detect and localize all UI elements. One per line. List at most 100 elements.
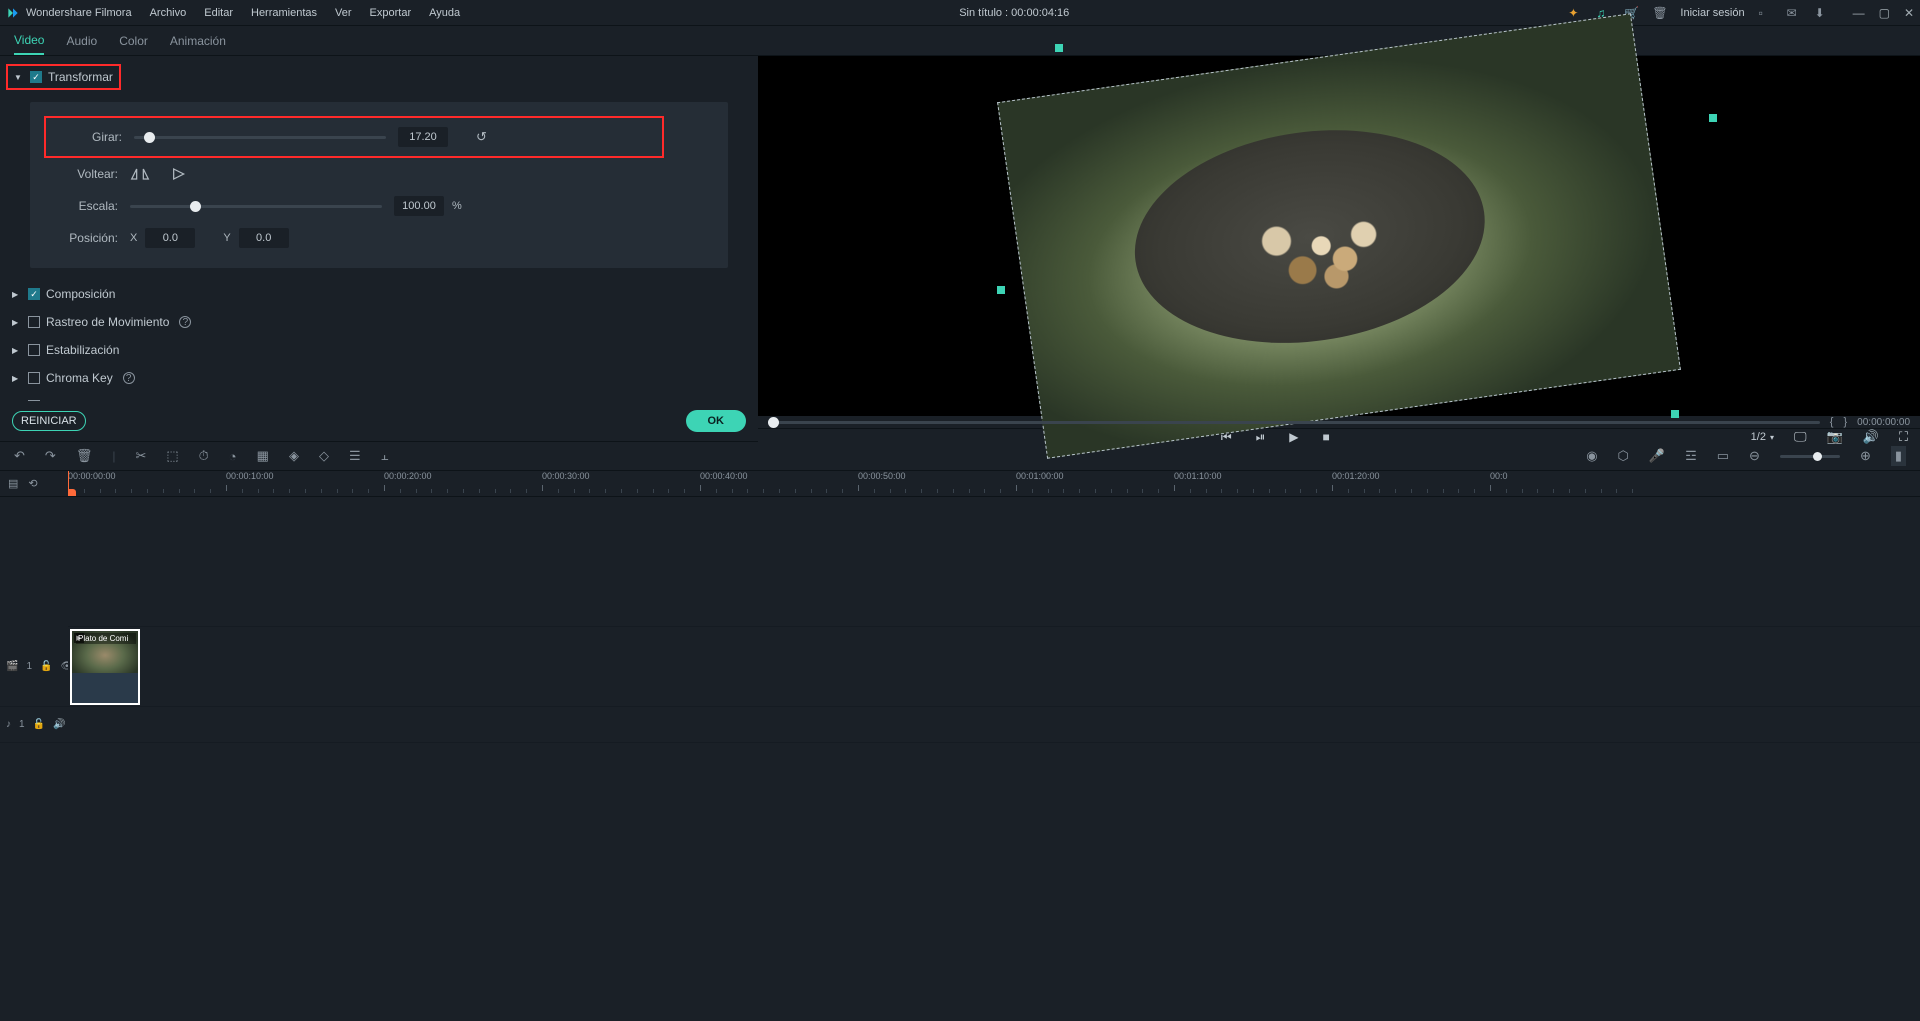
rotate-reset-icon[interactable]: ↺ — [476, 129, 487, 145]
motion-tracking-checkbox[interactable] — [28, 316, 40, 328]
stabilization-label: Estabilización — [46, 343, 119, 357]
fullscreen-icon[interactable]: ⛶ — [1899, 429, 1908, 445]
stabilization-checkbox[interactable] — [28, 344, 40, 356]
rotate-slider[interactable] — [134, 136, 386, 139]
video-track-icon: 🎬 — [6, 661, 18, 672]
cut-icon[interactable]: ✂ — [135, 448, 146, 464]
mixer-icon[interactable]: ☲ — [1685, 448, 1697, 464]
preview-page[interactable]: 1/2 ▾ — [1751, 431, 1774, 443]
transform-handle[interactable] — [1709, 114, 1717, 122]
redo-icon[interactable]: ↷ — [45, 448, 56, 464]
track-area[interactable]: ▶ Plato de Comi — [68, 497, 1920, 1019]
trash-icon[interactable]: 🗑 — [1652, 6, 1666, 20]
video-track-header[interactable]: 🎬1 🔓 👁 — [0, 627, 68, 707]
section-transform[interactable]: ▼ ✓ Transformar — [8, 66, 119, 88]
menu-edit[interactable]: Editar — [204, 7, 233, 19]
scale-slider[interactable] — [130, 205, 382, 208]
lock-icon[interactable]: 🔓 — [40, 661, 52, 672]
pos-x-value[interactable]: 0.0 — [145, 228, 195, 248]
mail-icon[interactable]: ✉ — [1787, 6, 1801, 20]
ok-button[interactable]: OK — [686, 410, 747, 432]
track-manage-icon[interactable]: ▤ — [8, 477, 18, 490]
mic-icon[interactable]: 🎤 — [1649, 448, 1665, 464]
info-icon[interactable]: ? — [179, 316, 191, 328]
snapshot-icon[interactable]: 📷 — [1827, 429, 1843, 445]
login-link[interactable]: Iniciar sesión — [1680, 7, 1744, 19]
compositing-checkbox[interactable]: ✓ — [28, 288, 40, 300]
pos-y-value[interactable]: 0.0 — [239, 228, 289, 248]
marker-icon[interactable]: ⬡ — [1618, 448, 1629, 464]
preview-clip[interactable] — [997, 13, 1681, 459]
play-pause-icon[interactable]: ⏯ — [1256, 430, 1266, 445]
minimize-icon[interactable]: — — [1853, 6, 1865, 20]
close-icon[interactable]: ✕ — [1904, 6, 1914, 20]
flip-horizontal-icon[interactable] — [130, 165, 152, 183]
section-stabilization[interactable]: ▶ Estabilización — [10, 336, 748, 364]
transform-handle[interactable] — [1671, 410, 1679, 418]
volume-icon[interactable]: 🔊 — [1863, 429, 1879, 445]
maximize-icon[interactable]: ▢ — [1879, 6, 1890, 20]
transform-handle[interactable] — [997, 286, 1005, 294]
zoom-out-icon[interactable]: ⊖ — [1749, 448, 1760, 464]
mask-icon[interactable]: ◇ — [319, 448, 329, 464]
play-icon[interactable]: ▶ — [1289, 430, 1298, 445]
zoom-in-icon[interactable]: ⊕ — [1860, 448, 1871, 464]
timeline-clip[interactable]: ▶ Plato de Comi — [70, 629, 140, 705]
adjust-icon[interactable]: ☰ — [349, 448, 361, 464]
info-icon[interactable]: ? — [123, 372, 135, 384]
playhead[interactable] — [68, 471, 69, 496]
timeline-tracks: 🎬1 🔓 👁 ♪1 🔓 🔊 ▶ Plato de Comi — [0, 497, 1920, 1019]
download-icon[interactable]: ⬇ — [1815, 6, 1829, 20]
render-icon[interactable]: ◉ — [1586, 448, 1597, 464]
menu-tools[interactable]: Herramientas — [251, 7, 317, 19]
zoom-slider[interactable] — [1780, 455, 1840, 458]
speed-icon[interactable]: ⏱ — [199, 448, 209, 464]
mark-in-icon[interactable]: { — [1830, 416, 1834, 428]
snap-icon[interactable]: ▭ — [1717, 448, 1729, 464]
scale-value[interactable]: 100.00 — [394, 196, 444, 216]
section-chroma[interactable]: ▶ Chroma Key ? — [10, 364, 748, 392]
timeline-toolbar: ↶ ↷ 🗑 | ✂ ⬚ ⏱ ◔ ▦ ◈ ◇ ☰ ⫠ ◉ ⬡ 🎤 ☲ ▭ ⊖ ⊕ … — [0, 441, 1920, 471]
mute-icon[interactable]: 🔊 — [53, 719, 65, 730]
position-row: Posición: X 0.0 Y 0.0 — [30, 222, 728, 254]
chroma-checkbox[interactable] — [28, 372, 40, 384]
reset-button[interactable]: REINICIAR — [12, 411, 86, 431]
transform-checkbox[interactable]: ✓ — [30, 71, 42, 83]
tips-icon[interactable]: ✦ — [1568, 6, 1582, 20]
ruler-track[interactable]: 00:00:00:0000:00:10:0000:00:20:0000:00:3… — [68, 471, 1920, 496]
audio-sync-icon[interactable]: ⫠ — [381, 448, 389, 464]
section-motion-tracking[interactable]: ▶ Rastreo de Movimiento ? — [10, 308, 748, 336]
crop-icon[interactable]: ⬚ — [166, 448, 178, 464]
keyframe-icon[interactable]: ◈ — [289, 448, 299, 464]
zoom-fit-icon[interactable]: ▮ — [1891, 446, 1906, 466]
color-icon[interactable]: ◔ — [229, 449, 237, 464]
greenscreen-icon[interactable]: ▦ — [257, 448, 269, 464]
link-icon[interactable]: ⟲ — [28, 477, 37, 490]
scrubber-track[interactable] — [768, 421, 1820, 424]
rotate-value[interactable]: 17.20 — [398, 127, 448, 147]
preview-viewport[interactable] — [758, 56, 1920, 416]
menu-export[interactable]: Exportar — [370, 7, 412, 19]
flip-vertical-icon[interactable] — [172, 165, 194, 183]
menu-view[interactable]: Ver — [335, 7, 352, 19]
menu-file[interactable]: Archivo — [150, 7, 187, 19]
tab-audio[interactable]: Audio — [66, 28, 97, 54]
save-icon[interactable]: ▫ — [1759, 6, 1773, 20]
mark-out-icon[interactable]: } — [1843, 416, 1847, 428]
section-compositing[interactable]: ▶ ✓ Composición — [10, 280, 748, 308]
menu-help[interactable]: Ayuda — [429, 7, 460, 19]
ruler-tick: 00:01:20:00 — [1332, 471, 1380, 481]
undo-icon[interactable]: ↶ — [14, 448, 25, 464]
tab-video[interactable]: Video — [14, 27, 44, 55]
delete-icon[interactable]: 🗑 — [76, 448, 93, 464]
tab-animation[interactable]: Animación — [170, 28, 226, 54]
stop-icon[interactable]: ■ — [1323, 430, 1330, 445]
tab-color[interactable]: Color — [119, 28, 148, 54]
audio-track-header[interactable]: ♪1 🔓 🔊 — [0, 707, 68, 743]
ruler-tick: 00:01:10:00 — [1174, 471, 1222, 481]
ruler-tick: 00:01:00:00 — [1016, 471, 1064, 481]
lock-icon[interactable]: 🔓 — [33, 719, 45, 730]
chevron-right-icon: ▶ — [12, 318, 22, 327]
transform-handle[interactable] — [1055, 44, 1063, 52]
display-icon[interactable]: 🖵 — [1794, 429, 1807, 445]
